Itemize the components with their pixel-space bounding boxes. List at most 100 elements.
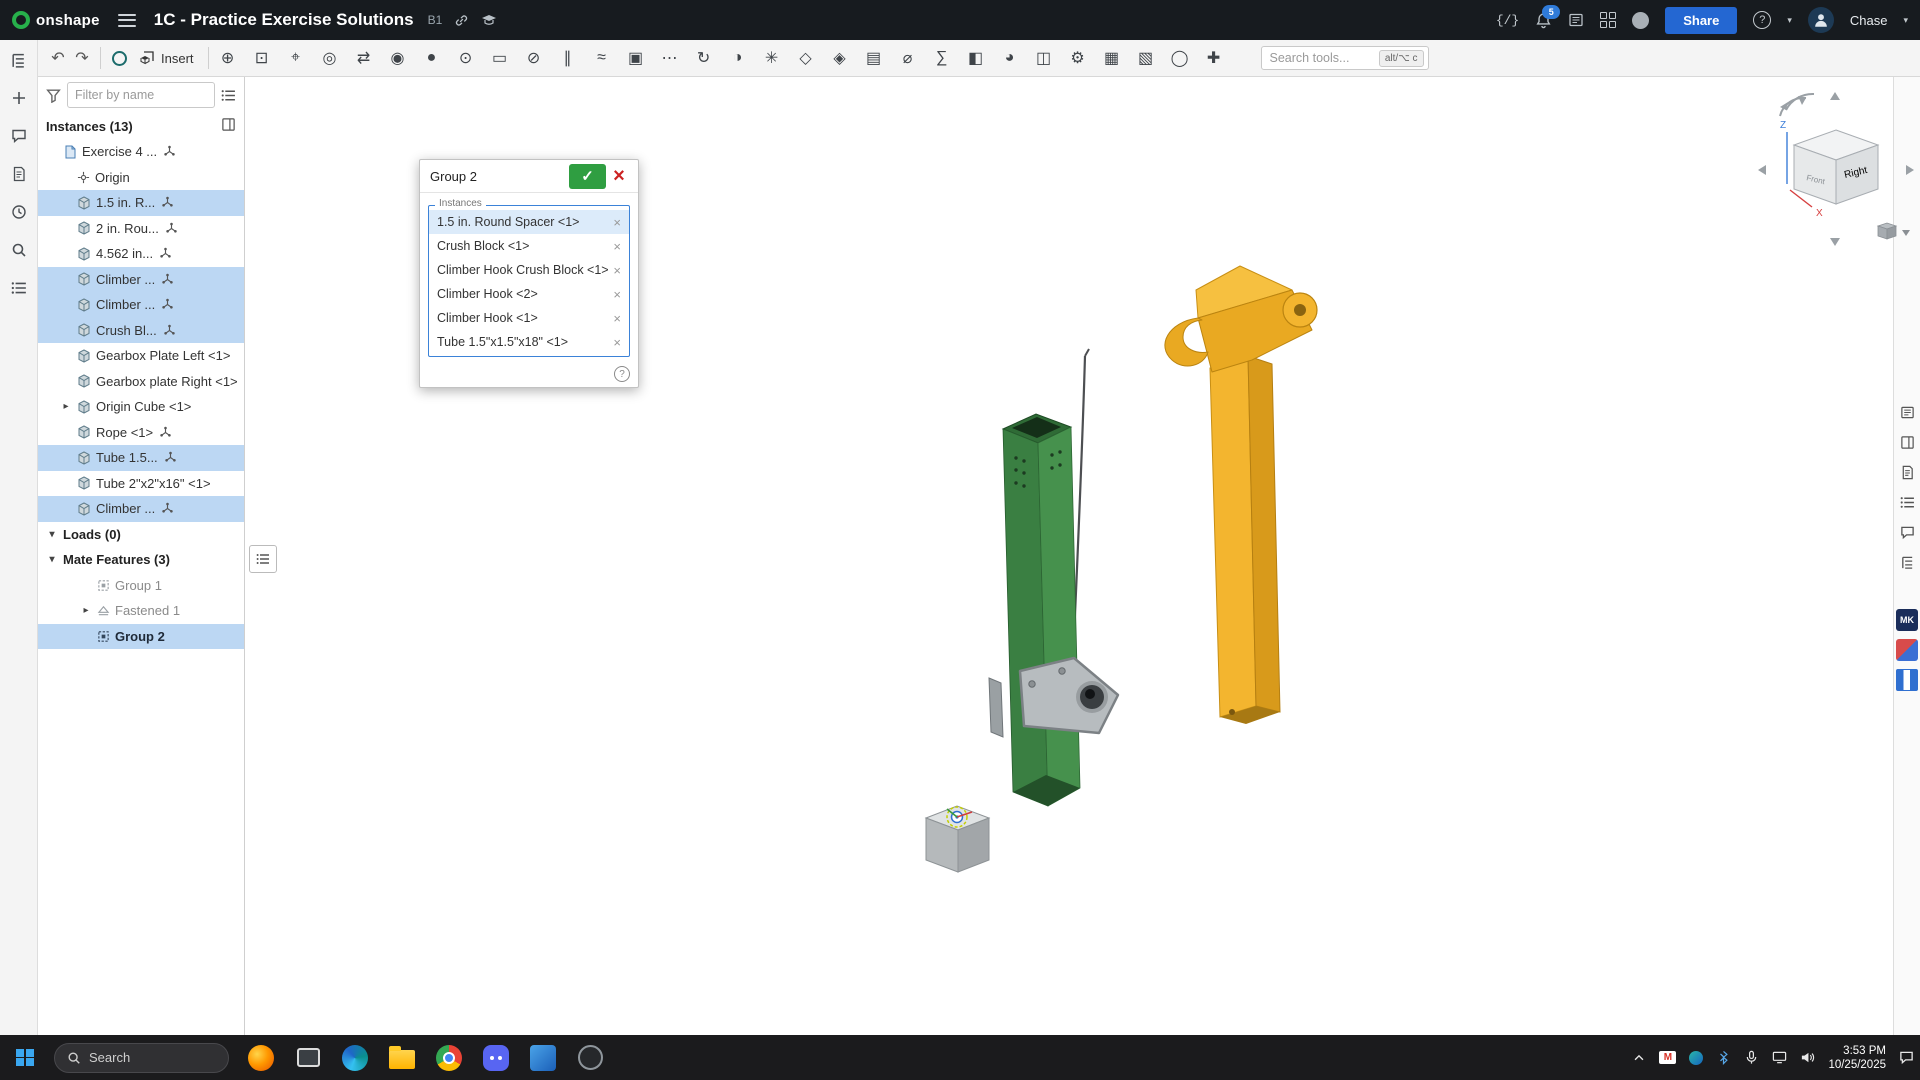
tray-expand-icon[interactable] [1632,1051,1646,1065]
linear-pattern-tool-icon[interactable]: ⋯ [657,45,683,71]
dialog-instance-row[interactable]: Climber Hook Crush Block <1> × [429,258,629,282]
mate-connector-icon[interactable] [163,145,176,158]
learning-icon[interactable] [481,12,497,28]
view-cube[interactable]: Front Right Z X [1750,86,1920,254]
tree-item[interactable]: ▸ Origin Cube <1> [38,394,244,420]
parallel-tool-icon[interactable]: ∥ [555,45,581,71]
selection-list-flyout-button[interactable] [249,545,277,573]
remove-instance-icon[interactable]: × [611,239,623,254]
chevron-right-icon[interactable]: ▸ [60,401,72,412]
help-caret-icon[interactable]: ▾ [1787,15,1792,26]
section-view-tool-icon[interactable]: ◧ [963,45,989,71]
taskbar-app-discord[interactable] [478,1040,514,1076]
mate-connector-icon[interactable] [161,502,174,515]
bluetooth-icon[interactable] [1716,1050,1731,1065]
taskbar-app-blue[interactable] [525,1040,561,1076]
search-panel-icon[interactable] [7,238,31,262]
tree-item[interactable]: Climber ... [38,292,244,318]
community-icon[interactable] [1632,12,1649,29]
tree-item[interactable]: Climber ... [38,267,244,293]
mate-feature-item[interactable]: Group 2 [38,624,244,650]
notification-center-icon[interactable] [1899,1050,1914,1065]
loads-section-header[interactable]: ▾ Loads (0) [38,522,244,548]
menu-icon[interactable] [118,14,136,27]
filter-icon[interactable] [46,88,61,103]
bom-panel-icon[interactable] [7,276,31,300]
onshape-logo[interactable]: onshape [12,11,100,29]
tree-item[interactable]: Gearbox Plate Left <1> [38,343,244,369]
frame-tool-icon[interactable]: ▧ [1133,45,1159,71]
hole-tool-icon[interactable]: ◯ [1167,45,1193,71]
user-menu-caret-icon[interactable]: ▾ [1903,15,1908,26]
start-button[interactable] [6,1039,44,1077]
mate-connector-panel-icon[interactable] [7,86,31,110]
version-badge[interactable]: B1 [428,13,443,27]
named-positions-tool-icon[interactable]: ◈ [827,45,853,71]
bom-tool-icon[interactable]: ▤ [861,45,887,71]
tree-item[interactable]: 4.562 in... [38,241,244,267]
cancel-icon[interactable]: × [606,164,632,189]
tree-item[interactable]: Tube 2"x2"x16" <1> [38,471,244,497]
mate-feature-item[interactable]: Group 1 [38,573,244,599]
mate-connector-icon[interactable] [165,222,178,235]
cylindrical-tool-icon[interactable]: ⊙ [453,45,479,71]
rotate-left-icon[interactable] [1758,165,1766,175]
climber-hook-assembly-yellow[interactable] [1165,266,1317,724]
dialog-instance-row[interactable]: Crush Block <1> × [429,234,629,258]
right-panel-tab-icon[interactable] [1896,491,1918,513]
mirror-tool-icon[interactable]: ◑ [725,45,751,71]
taskbar-app-dark[interactable] [572,1040,608,1076]
right-panel-tab-icon[interactable] [1896,431,1918,453]
tree-item[interactable]: Tube 1.5... [38,445,244,471]
notifications-bell-icon[interactable]: 5 [1535,12,1552,29]
tree-item[interactable]: 1.5 in. R... [38,190,244,216]
display-states-tool-icon[interactable]: ◫ [1031,45,1057,71]
redo-icon[interactable]: ↷ [70,45,94,71]
document-panel-icon[interactable] [7,162,31,186]
configurations-tool-icon[interactable]: ⚙ [1065,45,1091,71]
mate-tool-icon[interactable]: ⊕ [215,45,241,71]
sheet-metal-tool-icon[interactable]: ▦ [1099,45,1125,71]
dialog-instance-row[interactable]: 1.5 in. Round Spacer <1> × [429,210,629,234]
dialog-instance-row[interactable]: Tube 1.5"x1.5"x18" <1> × [429,330,629,354]
planar-tool-icon[interactable]: ▭ [487,45,513,71]
right-panel-tab-icon[interactable] [1896,461,1918,483]
mate-connector-icon[interactable] [161,298,174,311]
gearbox-plate-part[interactable] [989,658,1118,737]
pin-slot-tool-icon[interactable]: ⊘ [521,45,547,71]
measure-tool-icon[interactable]: ⌀ [895,45,921,71]
remove-instance-icon[interactable]: × [611,263,623,278]
tangent-tool-icon[interactable]: ≈ [589,45,615,71]
dialog-instance-row[interactable]: Climber Hook <1> × [429,306,629,330]
tube-assembly-green[interactable] [1003,414,1080,806]
link-icon[interactable] [454,13,469,28]
whats-new-icon[interactable] [1568,12,1584,28]
tree-item[interactable]: Origin [38,165,244,191]
chevron-right-icon[interactable]: ▸ [80,605,92,616]
revolute-tool-icon[interactable]: ◎ [317,45,343,71]
dialog-header[interactable]: Group 2 ✓ × [420,160,638,193]
fastened-tool-icon[interactable]: ◉ [385,45,411,71]
mass-properties-tool-icon[interactable]: ∑ [929,45,955,71]
origin-cube-part[interactable] [926,806,989,872]
avatar[interactable] [1808,7,1834,33]
view-options-icon[interactable] [1878,223,1910,239]
confirm-button[interactable]: ✓ [569,164,606,189]
tree-item[interactable]: Gearbox plate Right <1> [38,369,244,395]
explode-tool-icon[interactable]: ✳ [759,45,785,71]
mate-connector-tool-icon[interactable]: ⌖ [283,45,309,71]
rotate-right-icon[interactable] [1906,165,1914,175]
remove-instance-icon[interactable]: × [611,311,623,326]
rotate-up-icon[interactable] [1830,92,1840,100]
remove-instance-icon[interactable]: × [611,335,623,350]
panel-options-icon[interactable] [221,88,236,103]
app-tab-icon[interactable] [1896,639,1918,661]
taskbar-app-taskview[interactable] [290,1040,326,1076]
taskbar-app-firefox[interactable] [243,1040,279,1076]
filter-input[interactable] [67,82,215,108]
tree-item[interactable]: Climber ... [38,496,244,522]
right-panel-tab-icon[interactable] [1896,401,1918,423]
insert-button[interactable]: Insert [131,44,202,72]
taskbar-app-file-explorer[interactable] [384,1040,420,1076]
mk-app-tab-icon[interactable]: MK [1896,609,1918,631]
